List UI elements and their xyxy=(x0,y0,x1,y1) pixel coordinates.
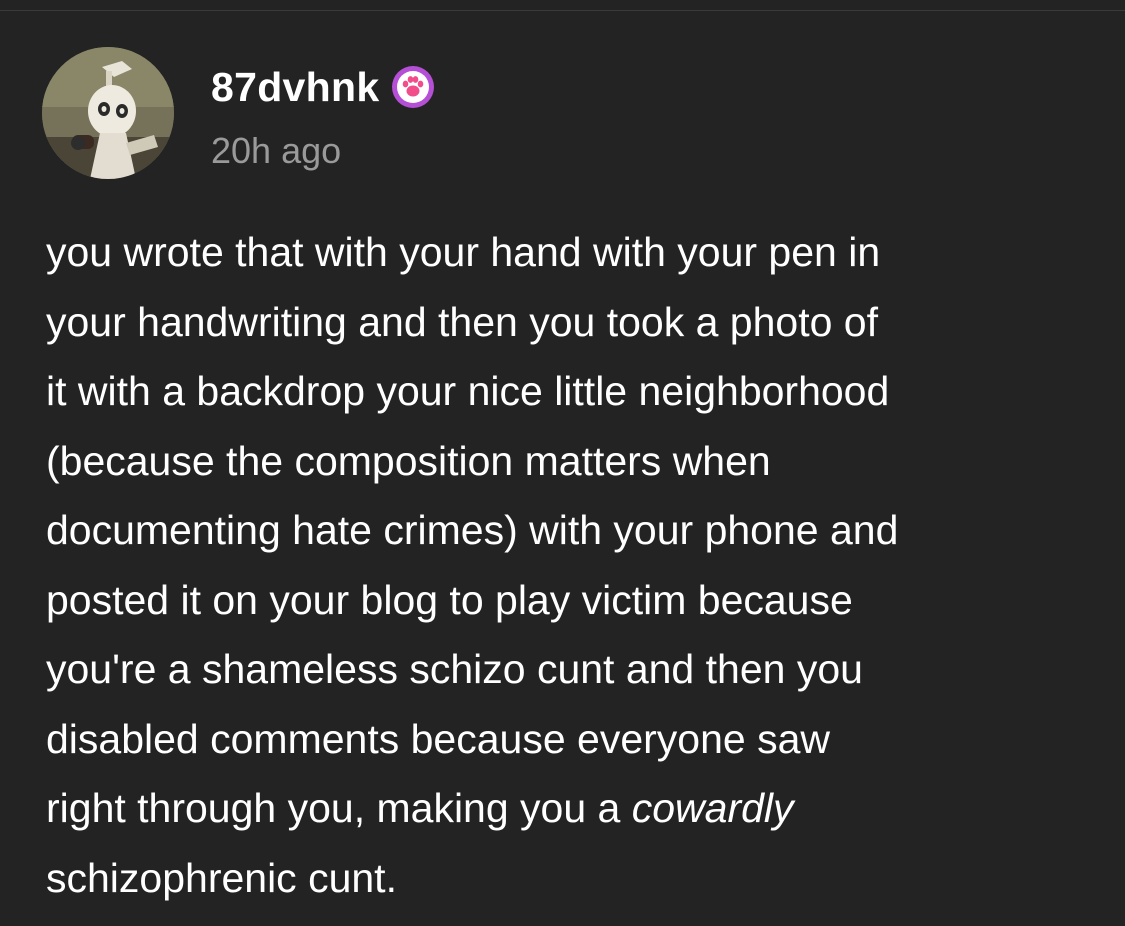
body-line: your handwriting and then you took a pho… xyxy=(46,298,878,345)
skeleton-figure-avatar xyxy=(42,47,174,179)
body-line: it with a backdrop your nice little neig… xyxy=(46,368,890,414)
post-card: 87dvhnk 20h ago you wrote that with your… xyxy=(0,0,1125,926)
timestamp: 20h ago xyxy=(211,130,342,171)
body-line: right through you, making you a cowardly xyxy=(46,774,1096,844)
body-line: you're a shameless schizo cunt and then … xyxy=(46,646,863,692)
body-line: (because the composition matters when xyxy=(46,437,771,484)
body-line: you wrote that with your hand with your … xyxy=(46,229,881,275)
username[interactable]: 87dvhnk xyxy=(211,64,379,111)
body-line: schizophrenic cunt. xyxy=(46,854,397,901)
body-line: posted it on your blog to play victim be… xyxy=(46,576,853,623)
body-line: disabled comments because everyone saw xyxy=(46,715,830,762)
avatar[interactable] xyxy=(42,47,174,179)
body-line: documenting hate crimes) with your phone… xyxy=(46,507,899,553)
paw-print-badge-icon xyxy=(391,65,435,109)
author-row: 87dvhnk xyxy=(211,62,435,112)
body-line-text: right through you, making you a xyxy=(46,785,632,831)
top-divider xyxy=(0,10,1125,11)
post-body: you wrote that with your hand with your … xyxy=(46,218,1096,913)
emphasized-word: cowardly xyxy=(631,785,794,831)
